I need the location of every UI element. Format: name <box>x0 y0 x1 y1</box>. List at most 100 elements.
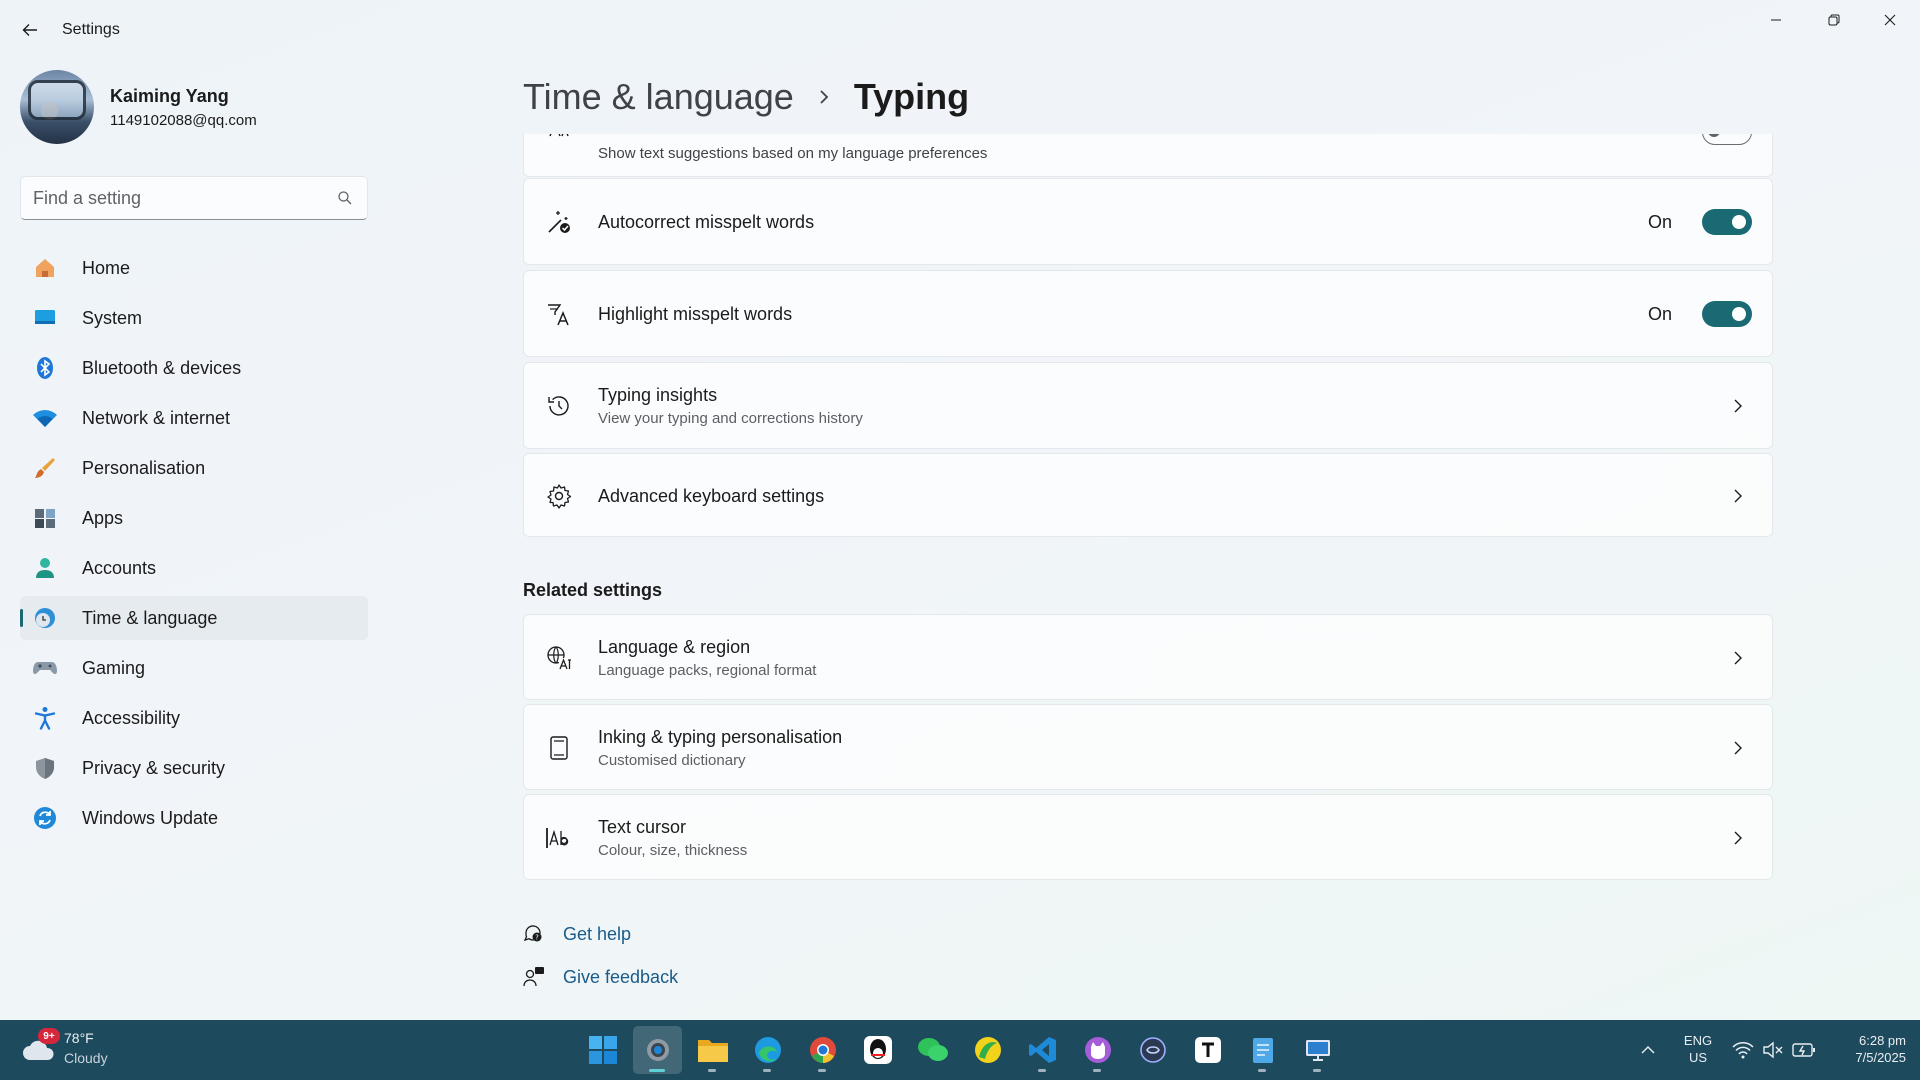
language-region-card[interactable]: Language & region Language packs, region… <box>523 614 1773 700</box>
text-suggestions-toggle[interactable] <box>1702 134 1752 145</box>
get-help-link[interactable]: ? Get help <box>523 920 631 948</box>
wifi-status-icon[interactable] <box>1732 1040 1754 1060</box>
restore-button[interactable] <box>1806 0 1862 40</box>
card-subtitle: Language packs, regional format <box>598 662 817 679</box>
sidebar-item-label: Time & language <box>82 607 218 628</box>
sidebar-item-personalisation[interactable]: Personalisation <box>20 446 368 490</box>
sidebar-item-label: Personalisation <box>82 457 206 478</box>
typing-insights-card[interactable]: Typing insights View your typing and cor… <box>523 362 1773 449</box>
advanced-keyboard-card[interactable]: Advanced keyboard settings <box>523 453 1773 537</box>
file-explorer-icon <box>697 1040 728 1062</box>
highlight-toggle[interactable] <box>1702 301 1752 327</box>
typora-icon <box>1194 1037 1221 1063</box>
back-button[interactable] <box>16 16 44 44</box>
sidebar-item-accounts[interactable]: Accounts <box>20 546 368 590</box>
sidebar-item-network[interactable]: Network & internet <box>20 396 368 440</box>
taskbar-edge[interactable] <box>743 1026 792 1074</box>
card-title: Autocorrect misspelt words <box>598 212 815 232</box>
card-title: Inking & typing personalisation <box>598 727 843 747</box>
system-icon <box>32 305 58 331</box>
copilot-icon <box>1139 1037 1166 1063</box>
input-language-indicator[interactable]: ENG US <box>1680 1032 1716 1066</box>
card-subtitle: Colour, size, thickness <box>598 842 748 859</box>
taskbar-file-explorer[interactable] <box>688 1026 737 1074</box>
avatar <box>20 70 94 144</box>
weather-widget[interactable]: 9+ 78°F Cloudy <box>22 1028 142 1072</box>
sidebar-item-home[interactable]: Home <box>20 246 368 290</box>
sidebar-nav: Home System Bluetooth & devices Network … <box>20 246 368 846</box>
globe-clock-icon <box>32 605 58 631</box>
highlight-card: Highlight misspelt words On <box>523 270 1773 357</box>
taskbar-notepad[interactable] <box>1238 1026 1287 1074</box>
search-icon[interactable] <box>337 190 353 206</box>
notepad-icon <box>1252 1038 1273 1063</box>
sidebar-item-label: Gaming <box>82 657 146 678</box>
start-button[interactable] <box>578 1026 627 1074</box>
card-title: Highlight misspelt words <box>598 304 793 324</box>
taskbar-apps <box>578 1026 1348 1074</box>
minimize-icon <box>1771 19 1781 21</box>
restore-icon <box>1828 14 1840 26</box>
history-icon <box>544 391 574 421</box>
card-title: Typing insights <box>598 385 718 405</box>
sidebar-item-windows-update[interactable]: Windows Update <box>20 796 368 840</box>
minimize-button[interactable] <box>1748 0 1804 40</box>
svg-text:?: ? <box>535 934 539 942</box>
page-title: Typing <box>853 76 970 117</box>
volume-muted-icon[interactable] <box>1762 1040 1784 1060</box>
chevron-right-icon <box>1734 489 1742 503</box>
language-icon <box>544 643 574 673</box>
breadcrumb-parent[interactable]: Time & language <box>523 76 794 118</box>
taskbar-remote-desktop[interactable] <box>1293 1026 1342 1074</box>
close-button[interactable] <box>1862 0 1918 40</box>
taskbar-app-green[interactable] <box>963 1026 1012 1074</box>
sidebar-item-accessibility[interactable]: Accessibility <box>20 696 368 740</box>
taskbar-settings[interactable] <box>633 1026 682 1074</box>
chrome-icon <box>809 1037 836 1063</box>
brush-icon <box>32 455 58 481</box>
sidebar-item-apps[interactable]: Apps <box>20 496 368 540</box>
sidebar-item-time-language[interactable]: Time & language <box>20 596 368 640</box>
sidebar-item-label: Accounts <box>82 557 157 578</box>
autocorrect-toggle[interactable] <box>1702 209 1752 235</box>
user-email: 1149102088@qq.com <box>110 112 257 129</box>
settings-window: Settings Kaiming Yang 1149102088@qq.com … <box>0 0 1920 1020</box>
taskbar-chrome[interactable] <box>798 1026 847 1074</box>
dictionary-icon <box>544 733 574 763</box>
card-subtitle: Customised dictionary <box>598 752 746 769</box>
sidebar-item-label: Privacy & security <box>82 757 226 778</box>
taskbar-vscode[interactable] <box>1018 1026 1067 1074</box>
accessibility-icon <box>32 705 58 731</box>
inking-typing-card[interactable]: Inking & typing personalisation Customis… <box>523 704 1773 790</box>
sidebar-item-system[interactable]: System <box>20 296 368 340</box>
text-cursor-card[interactable]: Text cursor Colour, size, thickness <box>523 794 1773 880</box>
taskbar-wechat[interactable] <box>908 1026 957 1074</box>
search-input[interactable] <box>33 177 333 219</box>
sidebar-item-privacy[interactable]: Privacy & security <box>20 746 368 790</box>
text-suggestions-card: Show text suggestions based on my langua… <box>523 134 1773 177</box>
battery-icon[interactable] <box>1792 1041 1816 1059</box>
card-title: Text cursor <box>598 817 687 837</box>
close-icon <box>1884 14 1896 26</box>
app-title: Settings <box>62 21 120 38</box>
gamepad-icon <box>32 655 58 681</box>
clock[interactable]: 6:28 pm 7/5/2025 <box>1826 1032 1906 1066</box>
sidebar-item-gaming[interactable]: Gaming <box>20 646 368 690</box>
give-feedback-label: Give feedback <box>563 966 679 987</box>
give-feedback-link[interactable]: Give feedback <box>523 963 678 991</box>
chevron-up-icon[interactable] <box>1640 1042 1656 1058</box>
taskbar-typora[interactable] <box>1183 1026 1232 1074</box>
highlight-icon <box>544 299 574 329</box>
sidebar-item-bluetooth[interactable]: Bluetooth & devices <box>20 346 368 390</box>
start-icon <box>588 1036 617 1064</box>
person-icon <box>32 555 58 581</box>
update-icon <box>32 805 58 831</box>
user-profile[interactable]: Kaiming Yang 1149102088@qq.com <box>20 70 360 146</box>
taskbar-copilot[interactable] <box>1128 1026 1177 1074</box>
taskbar-qq[interactable] <box>853 1026 902 1074</box>
taskbar-cat-app[interactable] <box>1073 1026 1122 1074</box>
settings-content: Show text suggestions based on my langua… <box>523 134 1773 1004</box>
vscode-icon <box>1028 1037 1056 1063</box>
bluetooth-icon <box>32 355 58 381</box>
edge-icon <box>754 1037 781 1063</box>
